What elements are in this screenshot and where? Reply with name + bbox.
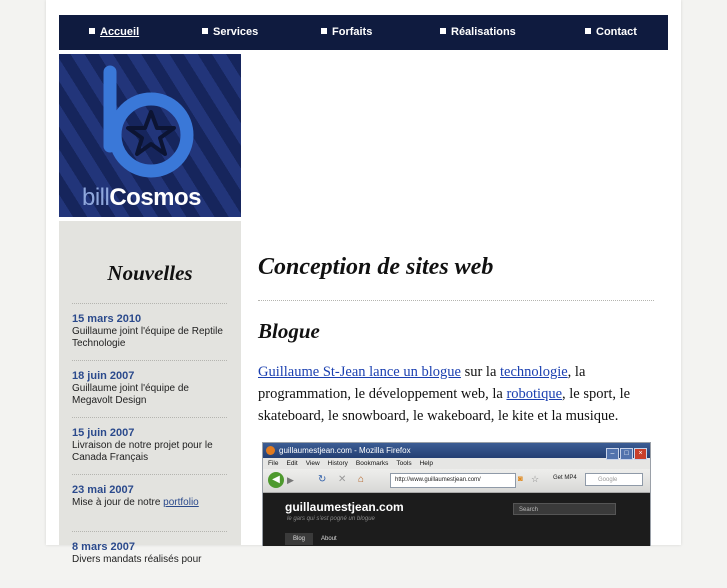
browser-menu-bar: File Edit View History Bookmarks Tools Help (263, 458, 650, 469)
menu-item: Edit (286, 460, 298, 467)
blog-site-name: guillaumestjean.com (285, 500, 404, 514)
nav-item-label: Services (213, 26, 259, 38)
news-date: 15 juin 2007 (72, 427, 135, 439)
bullet-square-icon (321, 28, 327, 34)
bullet-square-icon (89, 28, 95, 34)
stop-icon: ✕ (338, 474, 347, 485)
news-item: 18 juin 2007 Guillaume joint l'équipe de… (72, 360, 227, 417)
bookmark-star-icon: ☆ (531, 474, 540, 484)
paragraph-text: sur la (460, 364, 501, 380)
nav-item-contact[interactable]: Contact (585, 15, 637, 50)
news-text: Guillaume joint l'équipe de Megavolt Des… (72, 383, 189, 406)
home-icon: ⌂ (358, 474, 365, 485)
blog-tabs: Blog About (285, 533, 345, 545)
sidebar-title: Nouvelles (107, 261, 193, 285)
browser-toolbar: ◀ ▶ ↻ ✕ ⌂ http://www.guillaumestjean.com… (263, 469, 650, 493)
menu-item: Help (419, 460, 433, 467)
robotique-link[interactable]: robotique (506, 386, 562, 402)
url-bar: http://www.guillaumestjean.com/ (390, 473, 516, 488)
news-text: Divers mandats réalisés pour (72, 554, 202, 565)
maximize-icon: □ (620, 448, 633, 460)
main-content: Conception de sites web Blogue Guillaume… (258, 254, 654, 427)
page-title: Conception de sites web (258, 254, 494, 280)
get-mp4-button: Get MP4 (553, 475, 577, 481)
news-text: Livraison de notre projet pour le Canada… (72, 440, 213, 463)
divider (258, 300, 654, 301)
news-date: 8 mars 2007 (72, 541, 135, 553)
logo-prefix: bill (82, 184, 110, 211)
news-date: 23 mai 2007 (72, 484, 134, 496)
section-title: Blogue (258, 319, 320, 343)
technologie-link[interactable]: technologie (500, 364, 568, 380)
bullet-square-icon (585, 28, 591, 34)
billcosmos-logo[interactable]: billCosmos (59, 54, 241, 217)
news-date: 15 mars 2010 (72, 313, 142, 325)
browser-title-bar: guillaumestjean.com - Mozilla Firefox – □… (263, 443, 650, 460)
window-controls: – □ × (605, 445, 647, 460)
main-navigation: Accueil Services Forfaits Réalisations C… (59, 15, 668, 50)
close-icon: × (634, 448, 647, 460)
nav-item-services[interactable]: Services (202, 15, 258, 50)
rss-icon: ◙ (518, 474, 523, 483)
blog-site-preview: guillaumestjean.com le gars qui s'est po… (263, 493, 650, 546)
nav-item-forfaits[interactable]: Forfaits (321, 15, 372, 50)
logo-wordmark: billCosmos (82, 184, 202, 212)
blog-site-tagline: le gars qui s'est pogné un blogue (287, 516, 375, 522)
news-item: 15 mars 2010 Guillaume joint l'équipe de… (72, 303, 227, 360)
firefox-icon (266, 446, 275, 455)
nav-item-label: Contact (596, 26, 637, 38)
news-item: 15 juin 2007 Livraison de notre projet p… (72, 417, 227, 474)
menu-item: History (327, 460, 348, 467)
nav-item-label: Réalisations (451, 26, 516, 38)
news-text-prefix: Mise à jour de notre (72, 497, 164, 508)
browser-search-box: Google (585, 473, 643, 486)
forward-arrow-icon: ▶ (287, 475, 294, 485)
blog-link[interactable]: Guillaume St-Jean lance un blogue (258, 364, 461, 380)
blog-paragraph: Guillaume St-Jean lance un blogue sur la… (258, 361, 654, 427)
nav-item-accueil[interactable]: Accueil (89, 15, 139, 50)
news-text: Mise à jour de notre portfolio (72, 497, 227, 509)
news-item: 8 mars 2007 Divers mandats réalisés pour (72, 531, 227, 588)
news-list: 15 mars 2010 Guillaume joint l'équipe de… (72, 303, 227, 588)
news-sidebar: Nouvelles 15 mars 2010 Guillaume joint l… (59, 221, 241, 565)
reload-icon: ↻ (318, 474, 327, 485)
bullet-square-icon (202, 28, 208, 34)
news-item: 23 mai 2007 Mise à jour de notre portfol… (72, 474, 227, 531)
blog-tab: About (321, 536, 337, 542)
nav-item-label: Accueil (100, 26, 140, 38)
browser-window-title: guillaumestjean.com - Mozilla Firefox (279, 446, 411, 455)
menu-item: View (305, 460, 320, 467)
blog-screenshot-image[interactable]: guillaumestjean.com - Mozilla Firefox – □… (262, 442, 651, 546)
news-text: Guillaume joint l'équipe de Reptile Tech… (72, 326, 223, 349)
minimize-icon: – (606, 448, 619, 460)
menu-item: Tools (396, 460, 412, 467)
logo-name: Cosmos (109, 184, 202, 211)
menu-item: Bookmarks (355, 460, 389, 467)
news-date: 18 juin 2007 (72, 370, 135, 382)
blog-tab: Blog (285, 533, 314, 545)
nav-item-realisations[interactable]: Réalisations (440, 15, 516, 50)
blog-search-field: Search (513, 503, 616, 515)
back-arrow-icon: ◀ (268, 472, 284, 488)
menu-item: File (268, 460, 279, 467)
bullet-square-icon (440, 28, 446, 34)
nav-item-label: Forfaits (332, 26, 373, 38)
portfolio-link[interactable]: portfolio (163, 497, 199, 508)
